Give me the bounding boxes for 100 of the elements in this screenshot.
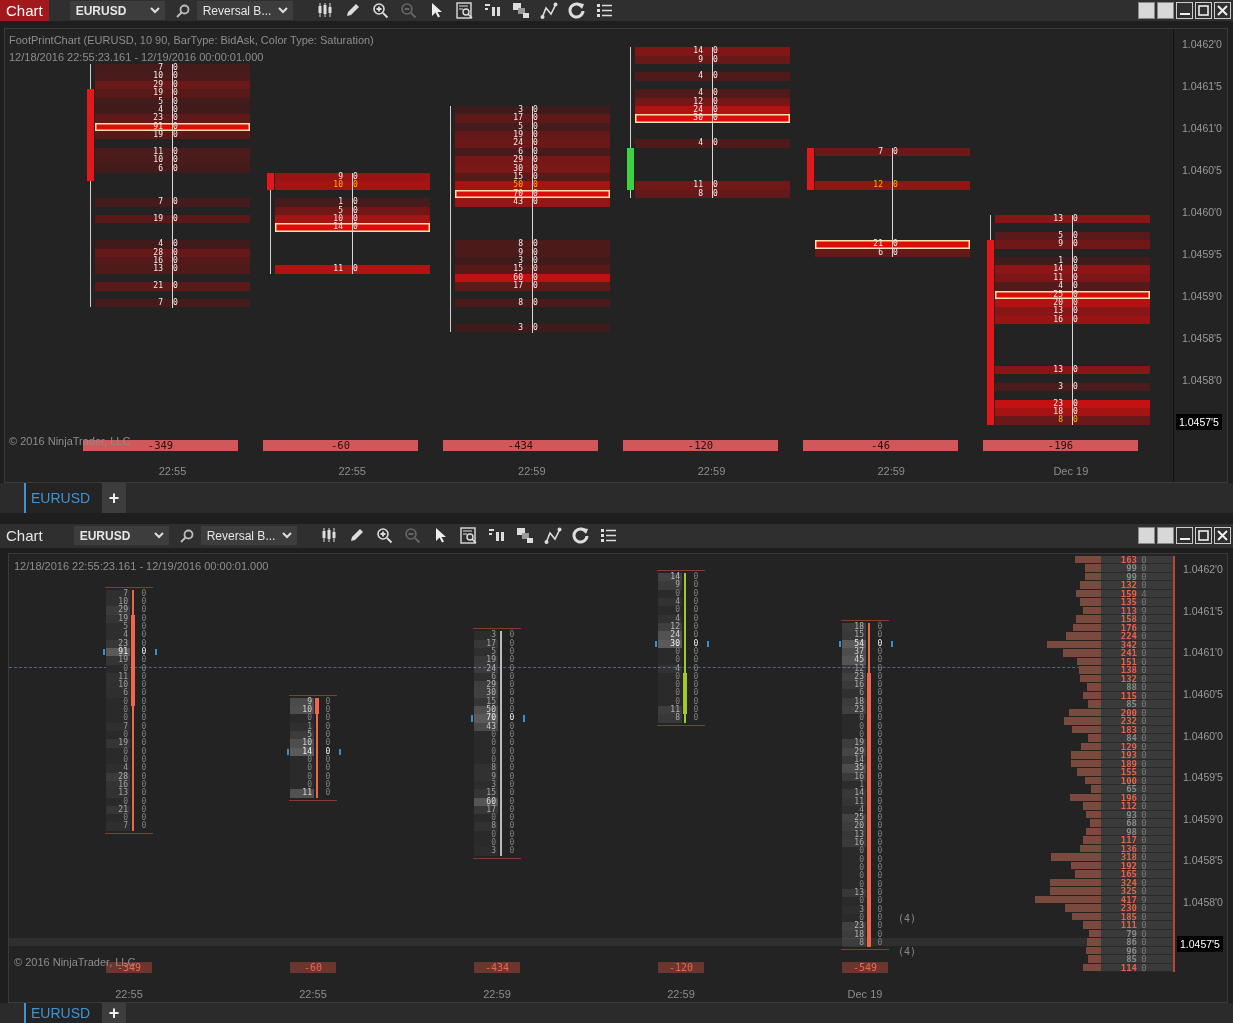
ask-volume: 0 xyxy=(1072,315,1078,325)
ask-volume: 0 xyxy=(892,181,898,190)
bid-volume: 0 xyxy=(290,764,314,773)
bid-volume: 7 xyxy=(158,63,164,72)
ask-volume: 0 xyxy=(1072,273,1078,282)
profile-volume: 200 xyxy=(1119,708,1137,717)
profile-volume: 111 xyxy=(1119,921,1137,929)
bid-volume: 4 xyxy=(106,631,130,640)
panel-icon[interactable] xyxy=(1157,527,1174,545)
data-box-icon[interactable] xyxy=(455,1,474,19)
profile-volume: 129 xyxy=(1119,742,1137,751)
bid-volume: 1 xyxy=(1058,256,1064,265)
instrument-tab[interactable]: EURUSD xyxy=(24,483,103,513)
ask-volume: 0 xyxy=(508,672,516,681)
pencil-icon[interactable] xyxy=(344,1,361,18)
refresh-icon[interactable] xyxy=(568,1,586,19)
bar-type-dropdown[interactable]: Reversal B... xyxy=(200,526,297,546)
time-label: 22:55 xyxy=(298,987,328,1000)
search-icon[interactable] xyxy=(174,2,191,19)
panel-icon[interactable] xyxy=(1138,527,1155,545)
minimize-button[interactable] xyxy=(1176,2,1193,19)
profile-ask-volume: 0 xyxy=(1140,717,1148,725)
bid-volume: 4 xyxy=(698,89,704,98)
bid-volume: 3 xyxy=(518,256,524,265)
bid-volume: 0 xyxy=(842,864,866,873)
profile-volume: 193 xyxy=(1119,751,1137,759)
bid-volume: 30 xyxy=(512,164,524,173)
ask-volume: 0 xyxy=(324,755,332,764)
ask-volume: 0 xyxy=(140,647,148,656)
bid-volume: 19 xyxy=(106,739,130,748)
profile-ask-volume: 0 xyxy=(1140,810,1148,819)
volume-profile-bar xyxy=(1071,759,1101,768)
add-tab-button[interactable]: + xyxy=(102,483,127,513)
bars-icon[interactable] xyxy=(484,1,502,17)
line-drawing-icon[interactable] xyxy=(539,1,558,20)
search-icon[interactable] xyxy=(178,527,195,544)
ask-volume: 0 xyxy=(876,872,884,881)
squares-icon[interactable] xyxy=(515,526,534,544)
bid-volume: 43 xyxy=(474,722,498,731)
line-drawing-icon[interactable] xyxy=(543,526,562,545)
candlestick-icon[interactable] xyxy=(316,1,333,18)
bars-icon[interactable] xyxy=(488,526,506,542)
bid-volume: 19 xyxy=(512,131,524,140)
bid-volume: 5 xyxy=(1057,231,1064,240)
bid-volume: 29 xyxy=(512,156,524,165)
maximize-button[interactable] xyxy=(1195,527,1212,545)
poc-marker xyxy=(707,640,709,647)
instrument-tab[interactable]: EURUSD xyxy=(24,1003,103,1023)
list-icon[interactable] xyxy=(596,1,614,19)
bid-volume: 7 xyxy=(106,722,130,731)
profile-volume: 189 xyxy=(1119,759,1137,768)
ask-volume: 0 xyxy=(172,248,178,257)
ask-volume: 0 xyxy=(172,97,178,106)
pencil-icon[interactable] xyxy=(348,526,365,543)
ask-volume: 0 xyxy=(172,164,178,174)
data-box-icon[interactable] xyxy=(459,526,478,544)
bar-type-dropdown[interactable]: Reversal B... xyxy=(196,1,293,20)
bid-volume: 18 xyxy=(842,622,866,632)
instrument-dropdown[interactable]: EURUSD xyxy=(73,526,169,546)
poc-marker xyxy=(839,640,841,647)
zoom-in-icon[interactable] xyxy=(372,1,390,19)
ask-volume: 0 xyxy=(876,747,884,756)
ask-volume: 0 xyxy=(712,72,718,81)
bid-volume: 11 xyxy=(332,265,344,274)
price-label: 1.0458'5 xyxy=(1183,854,1223,867)
pointer-icon[interactable] xyxy=(429,1,444,18)
ask-volume: 0 xyxy=(508,722,516,731)
ask-volume: 0 xyxy=(876,639,884,648)
bid-volume: 0 xyxy=(474,755,498,765)
close-button[interactable] xyxy=(1214,2,1231,19)
pointer-icon[interactable] xyxy=(433,526,448,543)
profile-ask-volume: 0 xyxy=(1140,581,1148,589)
bid-volume: 9 xyxy=(338,173,344,182)
bid-volume: 19 xyxy=(152,215,164,224)
list-icon[interactable] xyxy=(600,526,618,544)
price-label: 1.0458'0 xyxy=(1183,895,1223,908)
minimize-button[interactable] xyxy=(1176,527,1193,545)
add-tab-button[interactable]: + xyxy=(102,1003,127,1023)
ask-volume: 0 xyxy=(508,772,516,781)
ask-volume: 0 xyxy=(140,772,148,781)
candlestick-icon[interactable] xyxy=(320,526,337,543)
bid-volume: 19 xyxy=(152,89,164,98)
ask-volume: 0 xyxy=(692,681,700,690)
profile-ask-volume: 0 xyxy=(1140,725,1148,734)
close-button[interactable] xyxy=(1214,527,1231,545)
price-label: 1.0462'0 xyxy=(1182,38,1222,50)
profile-ask-volume: 0 xyxy=(1140,623,1148,632)
zoom-in-icon[interactable] xyxy=(376,526,394,544)
ask-volume: 0 xyxy=(692,573,700,582)
ask-volume: 0 xyxy=(532,273,538,282)
instrument-dropdown[interactable]: EURUSD xyxy=(69,1,165,20)
profile-ask-volume: 0 xyxy=(1140,691,1148,700)
caret-icon xyxy=(277,7,288,14)
bid-volume: 4 xyxy=(158,240,164,249)
profile-ask-volume: 0 xyxy=(1140,802,1148,810)
maximize-button[interactable] xyxy=(1195,2,1212,19)
delta-label: -120 xyxy=(623,440,778,451)
squares-icon[interactable] xyxy=(511,1,530,19)
bid-volume: 10 xyxy=(290,739,314,748)
refresh-icon[interactable] xyxy=(572,526,590,544)
